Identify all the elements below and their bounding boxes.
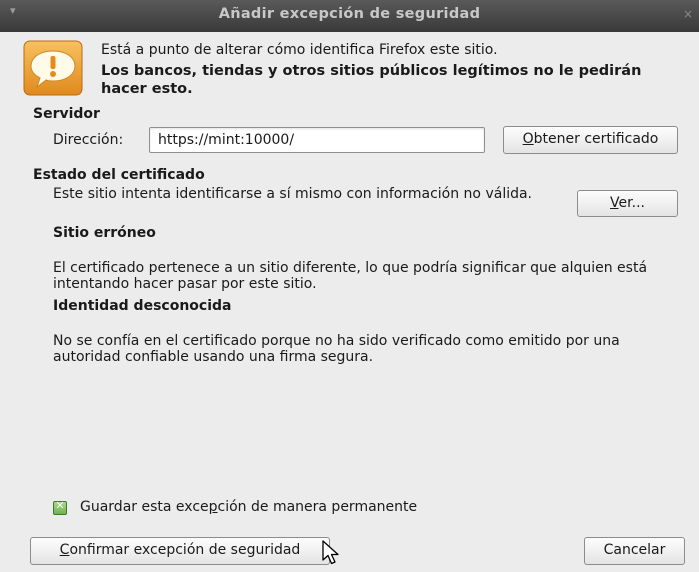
close-icon[interactable]: × xyxy=(683,7,693,21)
unknown-identity-title: Identidad desconocida xyxy=(53,298,232,314)
invalid-info-text: Este sitio intenta identificarse a sí mi… xyxy=(53,186,533,202)
wrong-site-title: Sitio erróneo xyxy=(53,225,156,241)
unknown-identity-text: No se confía en el certificado porque no… xyxy=(53,333,620,365)
add-security-exception-dialog: ▾ Añadir excepción de seguridad × Está a… xyxy=(0,0,699,572)
permanent-label-before: Guardar esta exce xyxy=(80,499,209,515)
address-label: Dirección: xyxy=(53,132,124,148)
view-button[interactable]: Ver... xyxy=(577,190,678,217)
server-heading: Servidor xyxy=(33,106,100,122)
permanent-label-mnemonic: p xyxy=(208,499,218,515)
get-certificate-mnemonic: O xyxy=(522,131,534,147)
permanent-label-after: ción de manera permanente xyxy=(217,499,418,515)
permanent-exception-checkbox[interactable]: ✕ xyxy=(53,499,67,515)
view-label: er... xyxy=(618,195,645,211)
intro-text: Está a punto de alterar cómo identifica … xyxy=(101,41,681,98)
checkmark-icon: ✕ xyxy=(55,499,65,512)
cancel-button[interactable]: Cancelar xyxy=(584,537,685,565)
confirm-mnemonic: C xyxy=(59,542,70,558)
intro-warning: Los bancos, tiendas y otros sitios públi… xyxy=(101,63,642,97)
permanent-exception-label[interactable]: Guardar esta excepción de manera permane… xyxy=(80,499,417,515)
mouse-cursor-icon xyxy=(322,540,339,565)
address-input[interactable]: https://mint:10000/ xyxy=(149,127,485,153)
certificate-status-heading: Estado del certificado xyxy=(33,167,205,183)
wrong-site-text: El certificado pertenece a un sitio dife… xyxy=(53,260,648,292)
title-bar[interactable]: ▾ Añadir excepción de seguridad × xyxy=(0,0,699,32)
confirm-label: onfirmar excepción de seguridad xyxy=(69,542,301,558)
intro-line: Está a punto de alterar cómo identifica … xyxy=(101,42,498,58)
view-mnemonic: V xyxy=(610,195,619,211)
confirm-security-exception-button[interactable]: Confirmar excepción de seguridad xyxy=(30,537,330,565)
get-certificate-label: btener certificado xyxy=(533,131,659,147)
window-title: Añadir excepción de seguridad xyxy=(218,6,481,22)
warning-speech-bubble-icon xyxy=(23,40,83,96)
get-certificate-button[interactable]: Obtener certificado xyxy=(503,126,678,154)
